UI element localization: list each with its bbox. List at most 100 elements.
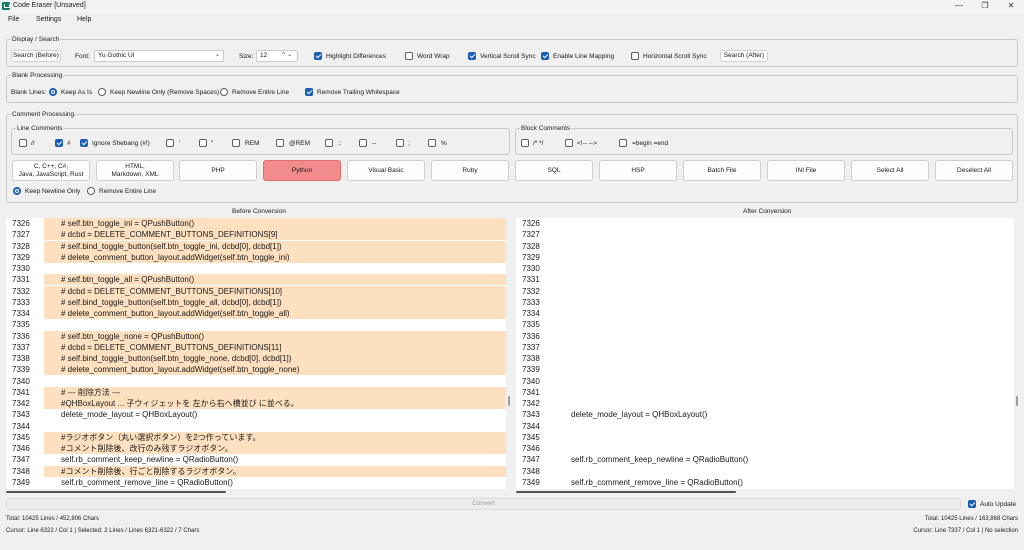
search-after-button[interactable]: Search (After) <box>720 50 768 62</box>
blank-newline-radio[interactable] <box>98 88 106 96</box>
lang-button[interactable]: C, C++, C#, Java, JavaScript, Rust <box>12 160 90 181</box>
line-text <box>554 241 1018 252</box>
line-comment-checkbox[interactable] <box>276 139 284 147</box>
code-line: 7339 <box>516 364 1018 375</box>
block-comment-checkbox[interactable] <box>565 139 573 147</box>
menu-settings[interactable]: Settings <box>36 16 61 23</box>
after-hscrollbar[interactable] <box>516 489 1014 494</box>
line-number: 7338 <box>522 354 540 363</box>
scroll-thumb[interactable] <box>1016 396 1018 406</box>
group-title: Line Comments <box>16 124 64 133</box>
left-cursor-status: Cursor: Line 6322 / Col 1 | Selected: 2 … <box>6 528 200 534</box>
keep-newline-label: Keep Newline Only <box>25 188 81 195</box>
code-line: 7346 #コメント削除後、改行のみ残すラジオボタン。 <box>6 443 510 454</box>
lang-button[interactable]: SQL <box>515 160 593 181</box>
line-comment-label: # <box>67 140 71 147</box>
blank-keep-radio[interactable] <box>49 88 57 96</box>
lang-button[interactable]: Batch File <box>683 160 761 181</box>
code-line: 7329 # delete_comment_button_layout.addWi… <box>6 251 510 263</box>
block-comment-checkbox[interactable] <box>521 139 529 147</box>
code-line: 7340 <box>6 376 510 387</box>
line-comment-checkbox[interactable] <box>199 139 207 147</box>
blank-lines-label: Blank Lines: <box>11 89 47 96</box>
line-text: #QHBoxLayout ... 子ウィジェットを 左から右へ横並び に並べる。 <box>44 398 510 409</box>
after-scrollbar[interactable] <box>1014 218 1020 493</box>
before-header: Before Conversion <box>232 208 286 215</box>
code-line: 7326 # self.btn_toggle_ini = QPushButton(… <box>6 218 510 229</box>
search-before-button[interactable]: Search (Before) <box>11 50 61 62</box>
size-spinbox[interactable]: 12 ^⌄ <box>256 50 298 62</box>
lang-button[interactable]: Visual Basic <box>347 160 425 181</box>
lang-button[interactable]: Deselect All <box>935 160 1013 181</box>
before-scrollbar[interactable] <box>506 218 512 493</box>
line-text <box>554 398 1018 409</box>
line-number: 7346 <box>522 444 540 453</box>
line-comment-checkbox[interactable] <box>166 139 174 147</box>
line-number: 7334 <box>12 309 30 318</box>
font-select[interactable]: Yu Gothic UI ⌄ <box>94 50 224 62</box>
trailing-whitespace-checkbox[interactable] <box>305 88 313 96</box>
code-line: 7345 <box>516 432 1018 443</box>
line-number: 7331 <box>522 275 540 285</box>
minimize-button[interactable]: — <box>946 0 972 12</box>
line-text <box>44 263 510 274</box>
blank-remove-radio[interactable] <box>220 88 228 96</box>
line-mapping-checkbox[interactable] <box>541 52 549 60</box>
line-comment-checkbox[interactable] <box>359 139 367 147</box>
hscroll-thumb[interactable] <box>516 491 736 493</box>
before-editor[interactable]: 7326 # self.btn_toggle_ini = QPushButton(… <box>6 218 510 493</box>
maximize-button[interactable]: ❐ <box>972 0 998 12</box>
line-text <box>554 297 1018 308</box>
line-number: 7348 <box>12 466 30 476</box>
line-comment-checkbox[interactable] <box>325 139 333 147</box>
line-comment-checkbox[interactable] <box>428 139 436 147</box>
line-text: # delete_comment_button_layout.addWidget… <box>44 251 510 263</box>
menu-file[interactable]: File <box>8 16 19 23</box>
line-comment-label: // <box>31 140 35 147</box>
after-editor[interactable]: 7326 7327 7328 7329 7330 7331 7332 7333 7334 7335… <box>516 218 1018 493</box>
lang-button[interactable]: Ruby <box>431 160 509 181</box>
line-number: 7329 <box>522 252 540 262</box>
menu-help[interactable]: Help <box>77 16 91 23</box>
lang-button[interactable]: HTML, Markdown, XML <box>96 160 174 181</box>
auto-update-checkbox[interactable] <box>968 500 976 508</box>
line-comment-label: @REM <box>289 140 311 147</box>
line-number: 7327 <box>522 230 540 240</box>
lang-button[interactable]: INI File <box>767 160 845 181</box>
hscroll-sync-checkbox[interactable] <box>631 52 639 60</box>
line-number: 7335 <box>12 320 30 330</box>
scroll-thumb[interactable] <box>508 396 510 406</box>
line-comment-label: ' <box>179 140 181 147</box>
line-text: # self.btn_toggle_none = QPushButton() <box>44 330 510 342</box>
hscroll-thumb[interactable] <box>6 491 226 493</box>
before-hscrollbar[interactable] <box>6 489 506 494</box>
line-text: self.rb_comment_keep_newline = QRadioBut… <box>61 455 239 465</box>
word-wrap-checkbox[interactable] <box>405 52 413 60</box>
highlight-diff-checkbox[interactable] <box>314 52 322 60</box>
vscroll-sync-checkbox[interactable] <box>468 52 476 60</box>
keep-newline-radio[interactable] <box>13 187 21 195</box>
spin-arrows-icon[interactable]: ^⌄ <box>282 51 294 60</box>
line-comment-checkbox[interactable] <box>55 139 63 147</box>
line-text <box>554 466 1018 477</box>
lang-button[interactable]: HSP <box>599 160 677 181</box>
block-comment-checkbox[interactable] <box>619 139 627 147</box>
code-line: 7333 <box>516 297 1018 308</box>
convert-button[interactable]: Convert <box>6 498 961 510</box>
remove-line-radio[interactable] <box>87 187 95 195</box>
code-line: 7327 # dcbd = DELETE_COMMENT_BUTTONS_DEFI… <box>6 229 510 241</box>
close-button[interactable]: ✕ <box>998 0 1024 12</box>
line-comment-checkbox[interactable] <box>396 139 404 147</box>
code-line: 7330 <box>516 263 1018 274</box>
line-text <box>554 376 1018 387</box>
lang-button[interactable]: PHP <box>179 160 257 181</box>
line-comment-checkbox[interactable] <box>232 139 240 147</box>
code-line: 7333 # self.bind_toggle_button(self.btn_t… <box>6 296 510 308</box>
lang-button[interactable]: Python <box>263 160 341 181</box>
line-number: 7344 <box>12 421 30 431</box>
line-text <box>44 376 510 387</box>
line-comment-checkbox[interactable] <box>19 139 27 147</box>
line-comment-checkbox[interactable] <box>80 139 88 147</box>
code-line: 7332 <box>516 286 1018 297</box>
lang-button[interactable]: Select All <box>851 160 929 181</box>
